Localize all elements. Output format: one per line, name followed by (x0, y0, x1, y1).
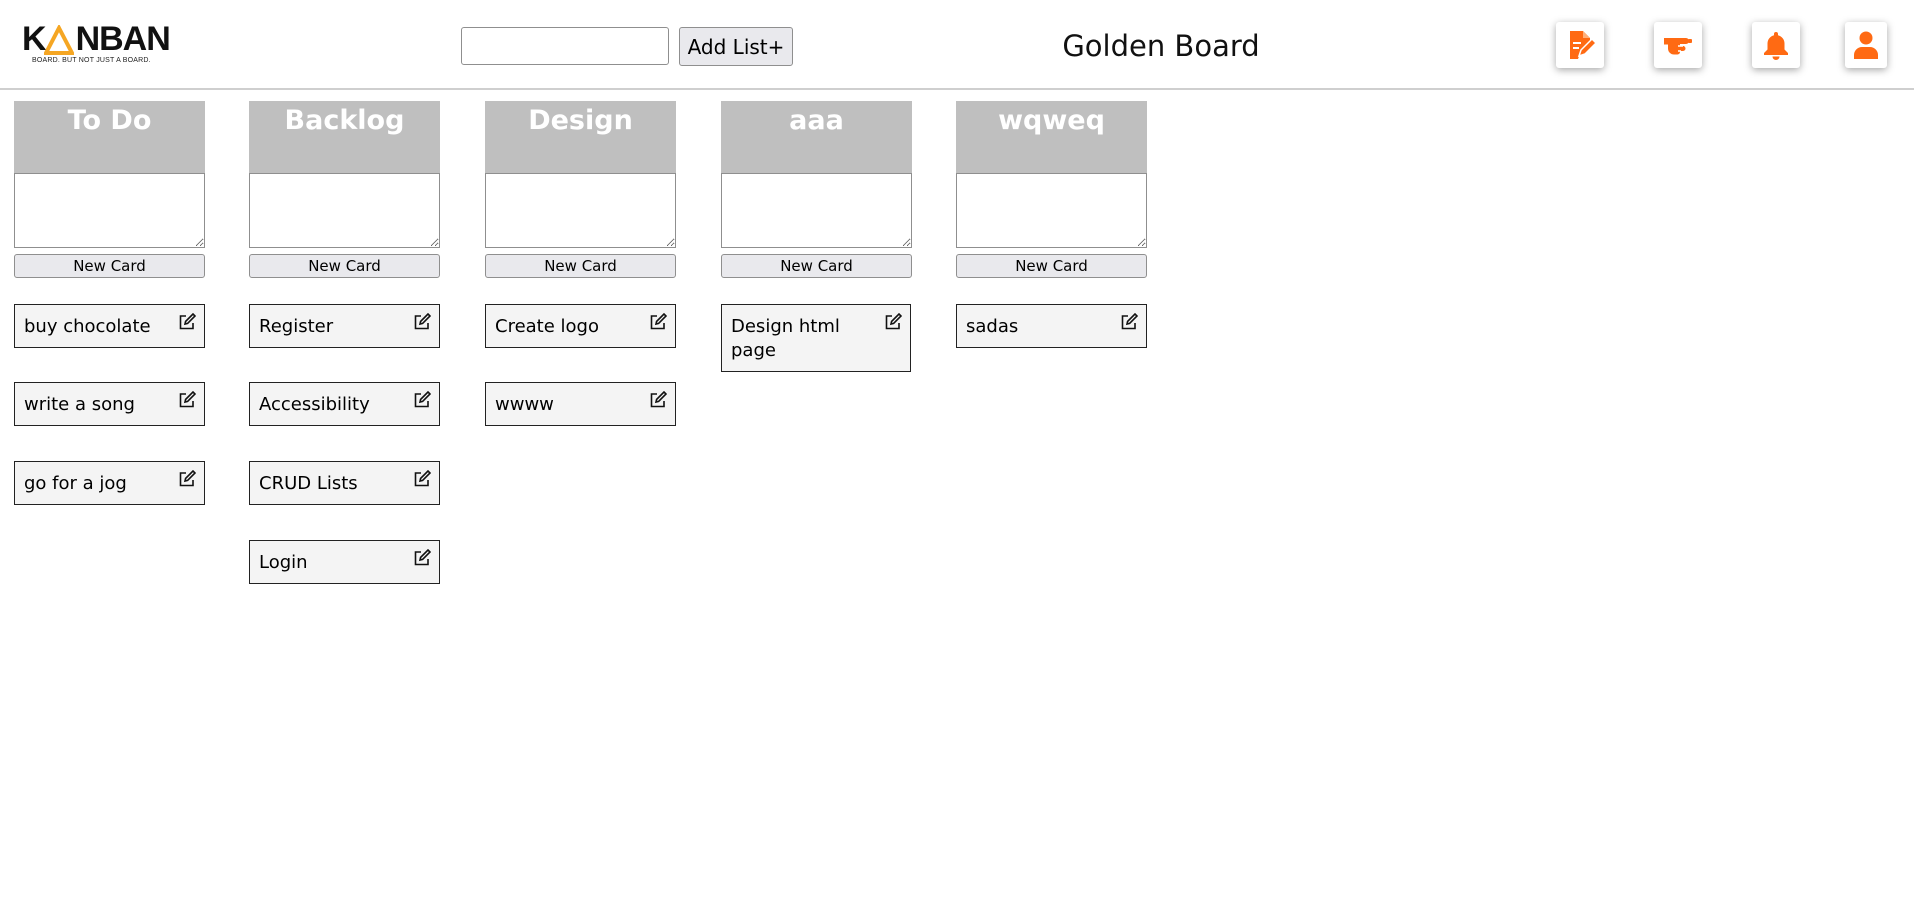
user-glyph (1854, 31, 1878, 59)
card[interactable]: sadas (956, 304, 1147, 348)
card-text: write a song (24, 394, 135, 415)
card-text: wwww (495, 394, 554, 415)
board-title: Golden Board (1062, 29, 1260, 63)
list-title: To Do (14, 101, 205, 173)
card-text: sadas (966, 316, 1019, 337)
list-column: Design New Card Create logo wwww (485, 101, 676, 426)
logo-triangle-icon (44, 25, 74, 55)
edit-icon[interactable] (413, 313, 431, 331)
list-column: Backlog New Card Register Accessibility … (249, 101, 440, 584)
card-text: Accessibility (259, 394, 370, 415)
top-header: K NBAN BOARD. BUT NOT JUST A BOARD. Add L… (0, 0, 1914, 90)
edit-icon[interactable] (649, 313, 667, 331)
card-text: Design html page (731, 316, 840, 361)
card[interactable]: wwww (485, 382, 676, 426)
card[interactable]: Create logo (485, 304, 676, 348)
list-title: wqweq (956, 101, 1147, 173)
new-card-button[interactable]: New Card (249, 254, 440, 278)
edit-icon[interactable] (413, 470, 431, 488)
card-text: go for a jog (24, 473, 127, 494)
new-card-button[interactable]: New Card (14, 254, 205, 278)
card-text: Register (259, 316, 334, 337)
edit-icon[interactable] (413, 391, 431, 409)
card[interactable]: Login (249, 540, 440, 584)
card-text: Create logo (495, 316, 599, 337)
edit-document-icon[interactable] (1556, 22, 1604, 68)
user-icon[interactable] (1845, 22, 1887, 68)
pointing-hand-glyph (1664, 38, 1692, 55)
card-text: buy chocolate (24, 316, 151, 337)
card[interactable]: write a song (14, 382, 205, 426)
card-text: Login (259, 552, 308, 573)
list-column: To Do New Card buy chocolate write a son… (14, 101, 205, 505)
edit-icon[interactable] (178, 470, 196, 488)
list-title: aaa (721, 101, 912, 173)
list-title: Backlog (249, 101, 440, 173)
card[interactable]: CRUD Lists (249, 461, 440, 505)
new-card-textarea[interactable] (721, 173, 912, 248)
list-title: Design (485, 101, 676, 173)
edit-document-glyph (1570, 31, 1596, 59)
list-column: wqweq New Card sadas (956, 101, 1147, 348)
card[interactable]: go for a jog (14, 461, 205, 505)
edit-icon[interactable] (884, 313, 902, 331)
add-list-input[interactable] (461, 27, 669, 65)
card[interactable]: buy chocolate (14, 304, 205, 348)
edit-icon[interactable] (1120, 313, 1138, 331)
new-card-textarea[interactable] (14, 173, 205, 248)
edit-icon[interactable] (178, 391, 196, 409)
logo-letters-nban: NBAN (75, 20, 171, 58)
bell-glyph (1764, 32, 1788, 60)
logo-tagline: BOARD. BUT NOT JUST A BOARD. (32, 57, 151, 64)
bell-icon[interactable] (1752, 22, 1800, 68)
logo-letter-k: K (22, 20, 47, 58)
card[interactable]: Design html page (721, 304, 911, 372)
card-text: CRUD Lists (259, 473, 358, 494)
edit-icon[interactable] (178, 313, 196, 331)
new-card-textarea[interactable] (485, 173, 676, 248)
new-card-button[interactable]: New Card (485, 254, 676, 278)
list-column: aaa New Card Design html page (721, 101, 912, 372)
pointing-hand-icon[interactable] (1654, 22, 1702, 68)
new-card-textarea[interactable] (249, 173, 440, 248)
add-list-button[interactable]: Add List+ (679, 27, 793, 66)
kanban-logo[interactable]: K NBAN BOARD. BUT NOT JUST A BOARD. (22, 20, 171, 68)
edit-icon[interactable] (649, 391, 667, 409)
card[interactable]: Register (249, 304, 440, 348)
edit-icon[interactable] (413, 549, 431, 567)
new-card-button[interactable]: New Card (721, 254, 912, 278)
new-card-button[interactable]: New Card (956, 254, 1147, 278)
new-card-textarea[interactable] (956, 173, 1147, 248)
card[interactable]: Accessibility (249, 382, 440, 426)
